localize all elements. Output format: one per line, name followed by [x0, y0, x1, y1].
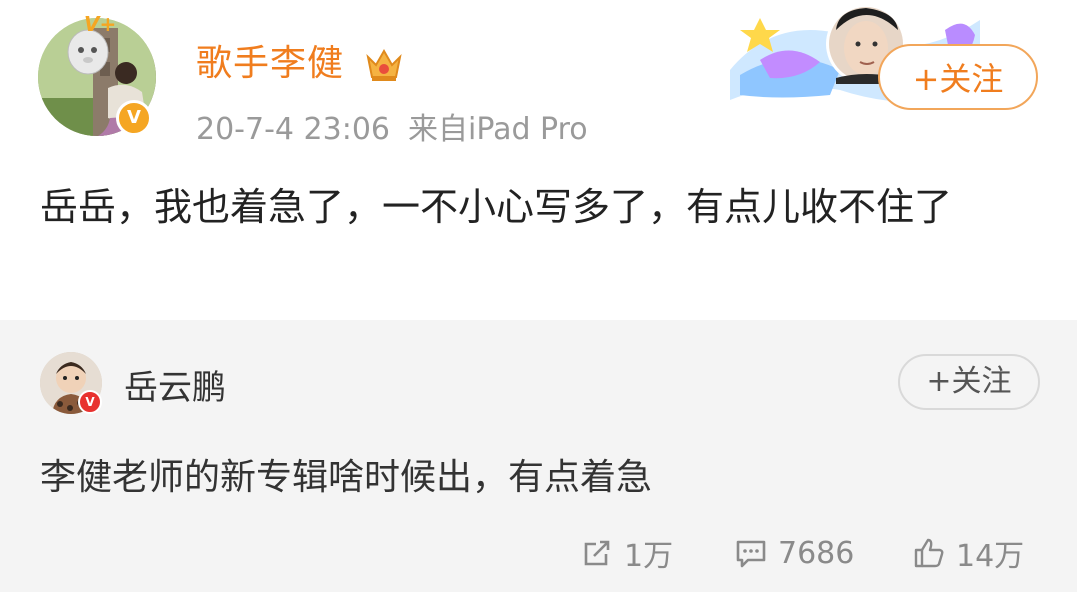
comment-count: 7686: [778, 535, 855, 571]
like-icon: [914, 538, 944, 568]
follow-button[interactable]: +关注: [878, 44, 1038, 110]
repost-follow-button[interactable]: +关注: [898, 354, 1040, 410]
comment-action[interactable]: 7686: [734, 528, 854, 578]
post-time: 20-7-4 23:06: [196, 112, 390, 147]
post-source: 来自iPad Pro: [408, 112, 588, 147]
repost-author-name[interactable]: 岳云鹏: [124, 360, 226, 409]
author-name-text[interactable]: 歌手李健: [196, 43, 344, 84]
author-name[interactable]: 歌手李健: [196, 34, 404, 86]
crown-icon: [366, 48, 403, 81]
share-icon: [584, 540, 610, 566]
vip-level-label: V+: [84, 12, 117, 36]
comment-icon: [736, 540, 766, 568]
share-action[interactable]: 1万: [580, 528, 673, 578]
like-action[interactable]: 14万: [912, 528, 1024, 578]
like-count: 14万: [956, 539, 1025, 574]
post-meta: 20-7-4 23:06 来自iPad Pro: [196, 104, 588, 148]
author-avatar[interactable]: V+ V: [38, 12, 156, 136]
verified-badge-icon: V: [116, 100, 152, 136]
share-count: 1万: [624, 539, 674, 574]
repost-content: 李健老师的新专辑啥时候出，有点着急: [40, 457, 653, 498]
repost-verified-badge-icon: V: [78, 390, 102, 414]
post-content: 岳岳，我也着急了，一不小心写多了，有点儿收不住了: [40, 185, 953, 229]
repost-author-avatar[interactable]: V: [40, 352, 102, 414]
